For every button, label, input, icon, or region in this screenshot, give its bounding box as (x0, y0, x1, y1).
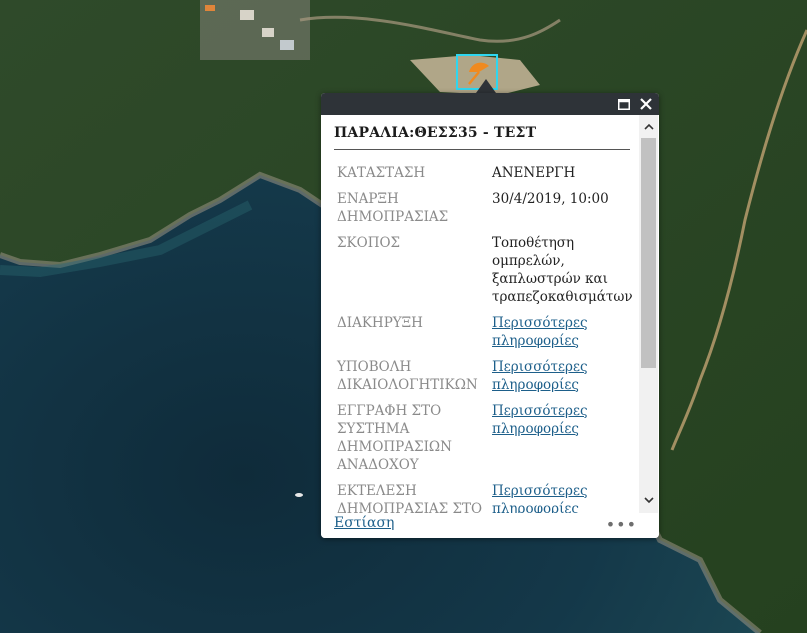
popup-pointer (476, 79, 496, 93)
zoom-to-link[interactable]: Εστίαση (334, 515, 394, 531)
attribute-value: ΑΝΕΝΕΡΓΗ (492, 165, 576, 181)
attribute-key: ΔΙΑΚΗΡΥΞΗ (337, 315, 423, 331)
attribute-row: ΕΚΤΕΛΕΣΗ ΔΗΜΟΠΡΑΣΙΑΣ ΣΤΟ Περισσότερες πλ… (334, 482, 634, 513)
attribute-row: ΔΙΑΚΗΡΥΞΗ Περισσότερες πληροφορίες (334, 314, 634, 350)
chevron-down-icon[interactable] (639, 491, 658, 509)
close-icon[interactable] (635, 93, 657, 115)
attribute-key: ΣΚΟΠΟΣ (337, 235, 401, 251)
scrollbar-thumb[interactable] (641, 138, 656, 368)
chevron-up-icon[interactable] (639, 117, 658, 135)
attribute-table: ΚΑΤΑΣΤΑΣΗ ΑΝΕΝΕΡΓΗ ΕΝΑΡΞΗ ΔΗΜΟΠΡΑΣΙΑΣ 30… (334, 164, 634, 513)
attribute-value: Περισσότερες πληροφορίες (492, 482, 632, 513)
attribute-key: ΕΚΤΕΛΕΣΗ ΔΗΜΟΠΡΑΣΙΑΣ ΣΤΟ (337, 483, 483, 513)
more-actions-icon[interactable]: ••• (606, 515, 637, 534)
attribute-row: ΚΑΤΑΣΤΑΣΗ ΑΝΕΝΕΡΓΗ (334, 164, 634, 182)
popup-footer: Εστίαση ••• (321, 513, 659, 538)
attribute-row: ΕΝΑΡΞΗ ΔΗΜΟΠΡΑΣΙΑΣ 30/4/2019, 10:00 (334, 190, 634, 226)
attribute-key: ΚΑΤΑΣΤΑΣΗ (337, 165, 426, 181)
attribute-key: ΥΠΟΒΟΛΗ ΔΙΚΑΙΟΛΟΓΗΤΙΚΩΝ (337, 359, 478, 393)
popup-header (321, 93, 659, 115)
popup-content[interactable]: ΠΑΡΑΛΙΑ:ΘΕΣΣ35 - ΤΕΣΤ ΚΑΤΑΣΤΑΣΗ ΑΝΕΝΕΡΓΗ… (321, 115, 639, 513)
more-info-link[interactable]: Περισσότερες πληροφορίες (492, 359, 588, 393)
attribute-value: 30/4/2019, 10:00 (492, 191, 609, 207)
maximize-icon[interactable] (613, 93, 635, 115)
attribute-key: ΕΝΑΡΞΗ ΔΗΜΟΠΡΑΣΙΑΣ (337, 191, 449, 225)
attribute-value: Περισσότερες πληροφορίες (492, 358, 632, 394)
feature-popup: ΠΑΡΑΛΙΑ:ΘΕΣΣ35 - ΤΕΣΤ ΚΑΤΑΣΤΑΣΗ ΑΝΕΝΕΡΓΗ… (321, 93, 659, 538)
popup-title: ΠΑΡΑΛΙΑ:ΘΕΣΣ35 - ΤΕΣΤ (334, 125, 630, 150)
attribute-value: Περισσότερες πληροφορίες (492, 314, 632, 350)
popup-scrollbar[interactable] (639, 115, 658, 513)
more-info-link[interactable]: Περισσότερες πληροφορίες (492, 315, 588, 349)
attribute-row: ΕΓΓΡΑΦΗ ΣΤΟ ΣΥΣΤΗΜΑ ΔΗΜΟΠΡΑΣΙΩΝ ΑΝΑΔΟΧΟΥ… (334, 402, 634, 474)
more-info-link[interactable]: Περισσότερες πληροφορίες (492, 483, 588, 513)
attribute-key: ΕΓΓΡΑΦΗ ΣΤΟ ΣΥΣΤΗΜΑ ΔΗΜΟΠΡΑΣΙΩΝ ΑΝΑΔΟΧΟΥ (337, 403, 452, 473)
attribute-value: Περισσότερες πληροφορίες (492, 402, 632, 474)
attribute-value: Τοποθέτηση ομπρελών, ξαπλωστρών και τραπ… (492, 235, 633, 305)
more-info-link[interactable]: Περισσότερες πληροφορίες (492, 403, 588, 437)
attribute-row: ΥΠΟΒΟΛΗ ΔΙΚΑΙΟΛΟΓΗΤΙΚΩΝ Περισσότερες πλη… (334, 358, 634, 394)
attribute-row: ΣΚΟΠΟΣ Τοποθέτηση ομπρελών, ξαπλωστρών κ… (334, 234, 634, 306)
